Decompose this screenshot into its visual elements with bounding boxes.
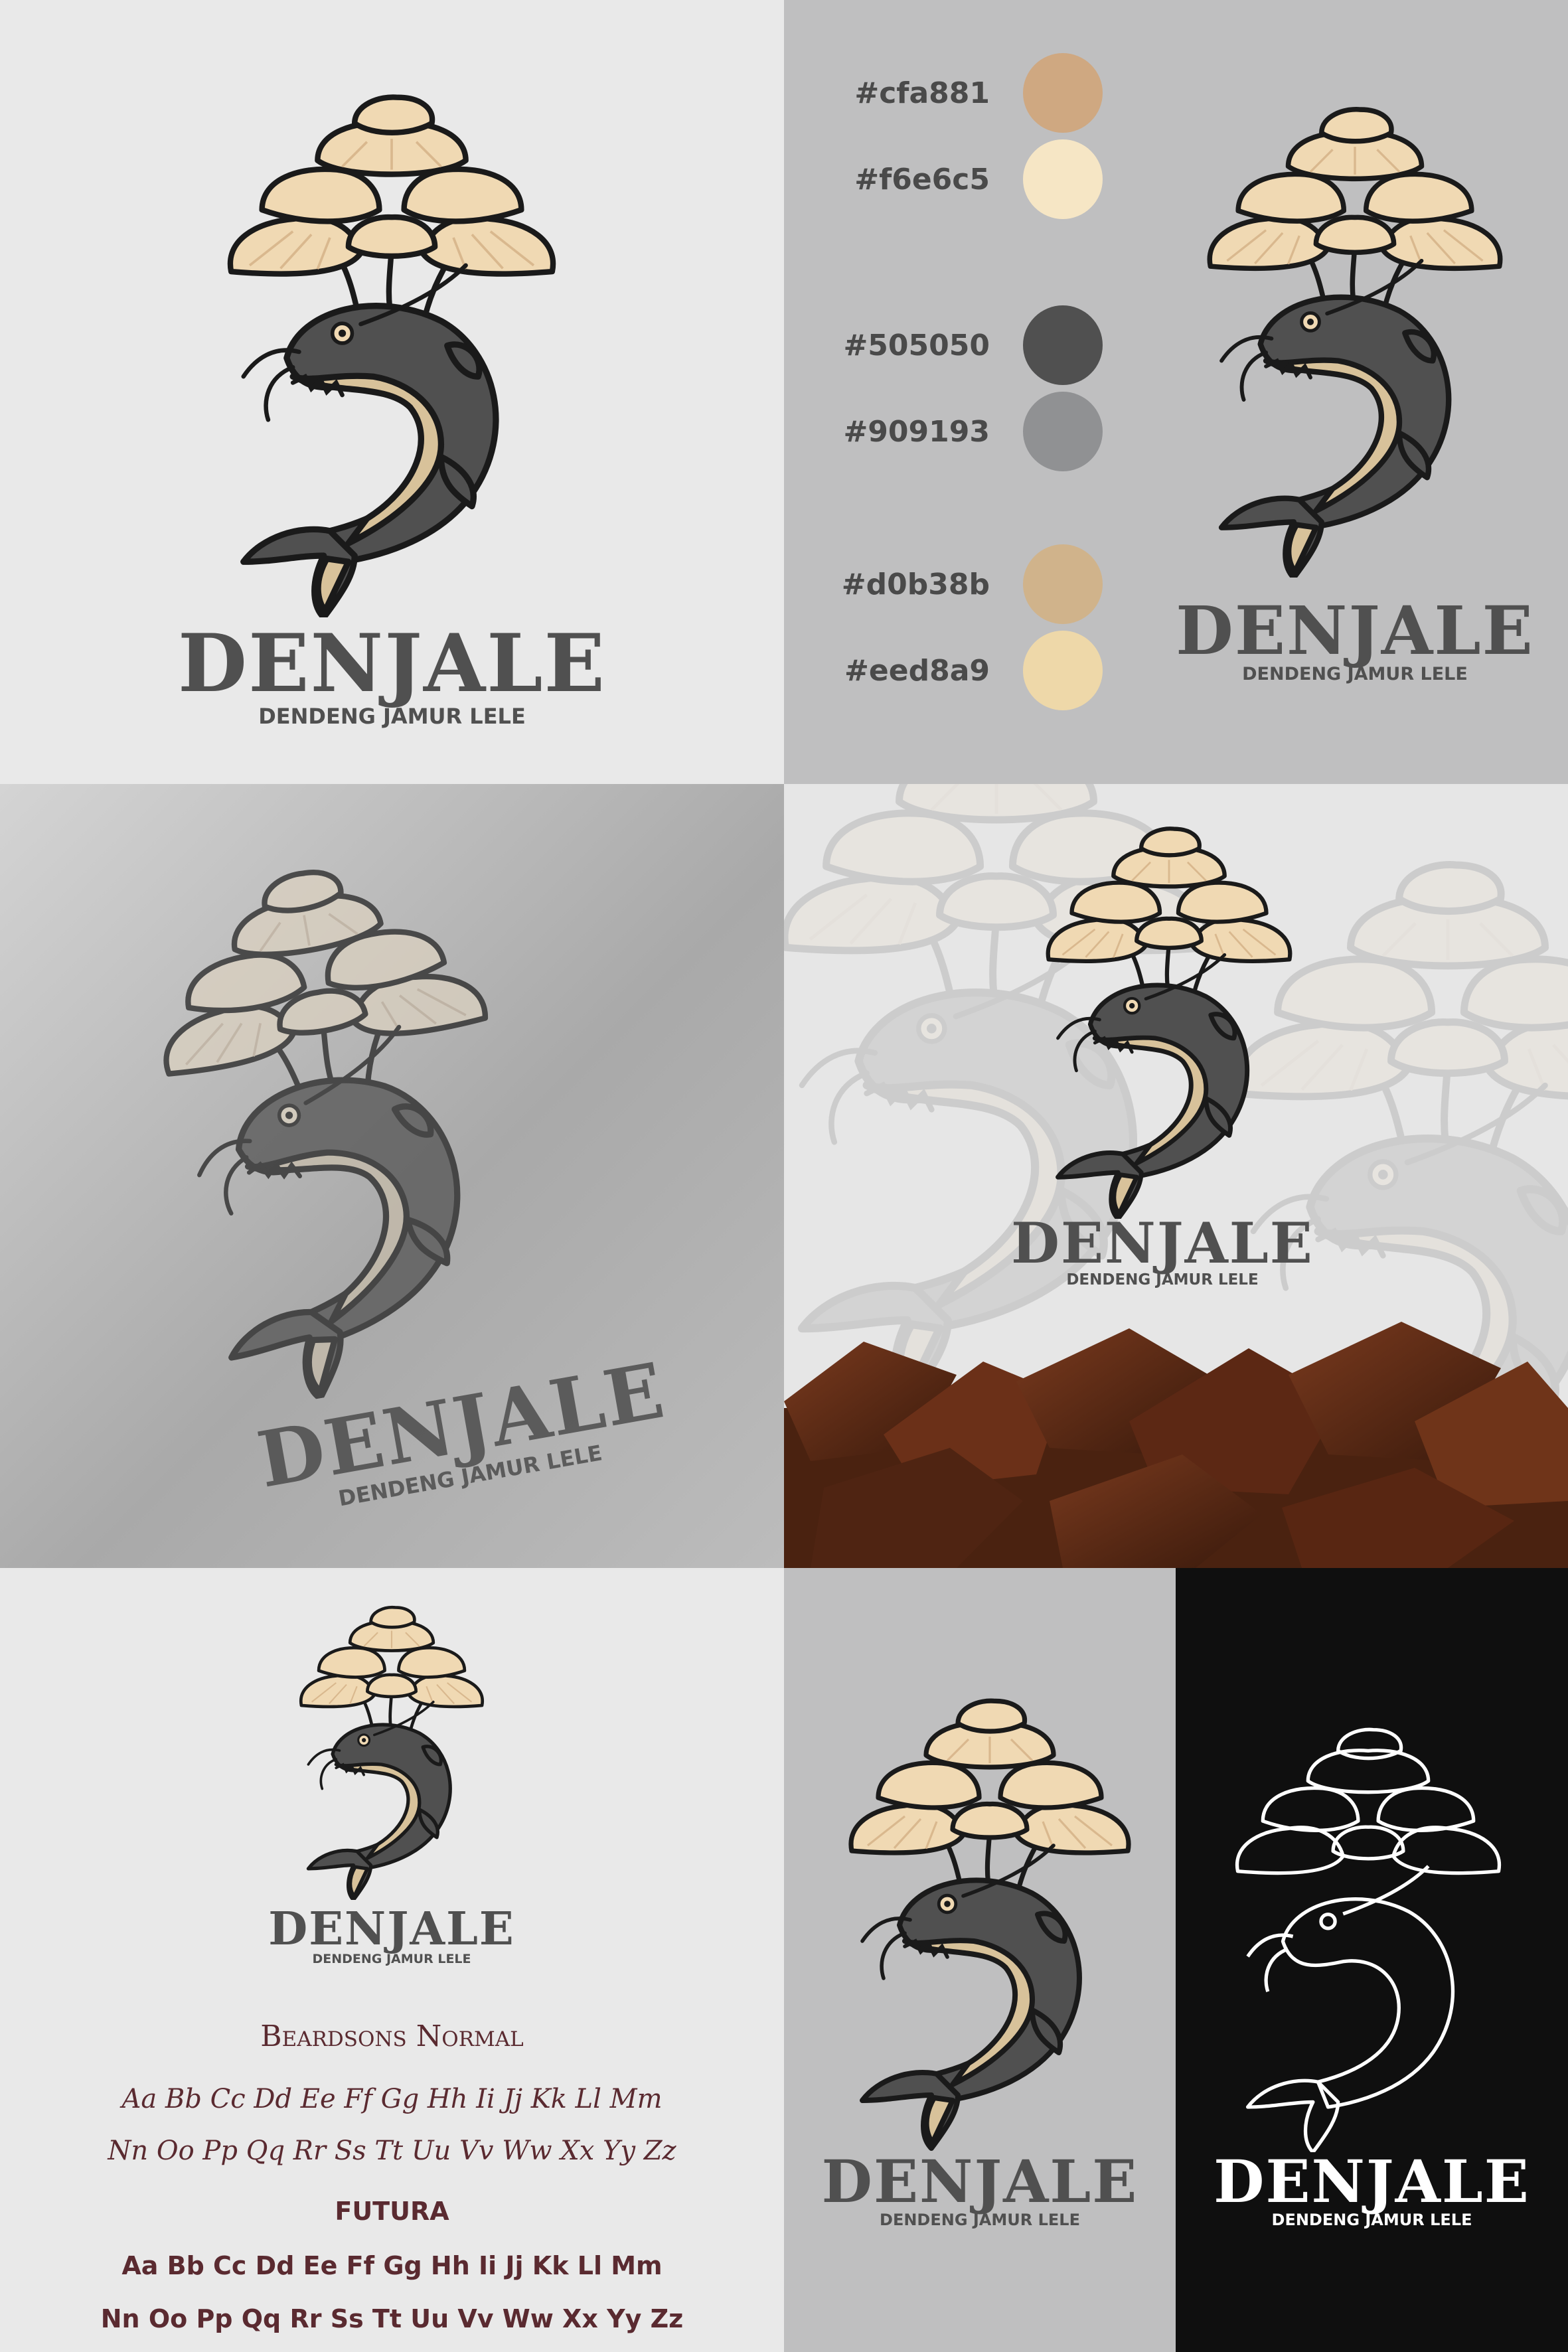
font-a-alphabet-line: Nn Oo Pp Qq Rr Ss Tt Uu Vv Ww Xx Yy Zz bbox=[108, 2136, 676, 2166]
swatch-dot bbox=[1023, 544, 1103, 624]
font-a-alphabet-line: Aa Bb Cc Dd Ee Ff Gg Hh Ii Jj Kk Ll Mm bbox=[121, 2084, 663, 2114]
swatch-hex: #eed8a9 bbox=[844, 653, 990, 688]
swatch-row: #505050 bbox=[817, 305, 1103, 385]
brand-name: DENJALE bbox=[1214, 2147, 1530, 2216]
brand-name: DENJALE bbox=[268, 1903, 515, 1956]
brand-name: DENJALE bbox=[821, 2147, 1138, 2216]
brand-lockup: DENJALE DENDENG JAMUR LELE bbox=[1176, 2152, 1568, 2230]
swatch-row: #909193 bbox=[817, 392, 1103, 471]
catfish-mushroom-mascot-icon bbox=[275, 1601, 508, 1900]
swatch-dot bbox=[1023, 305, 1103, 385]
font-b-name: FUTURA bbox=[335, 2197, 449, 2226]
catfish-mushroom-mascot-icon bbox=[183, 86, 601, 617]
brand-lockup: DENJALE DENDENG JAMUR LELE bbox=[0, 617, 784, 730]
brand-tagline: DENDENG JAMUR LELE bbox=[258, 704, 526, 729]
catfish-mushroom-mascot-icon bbox=[830, 1687, 1149, 2152]
swatch-row: #eed8a9 bbox=[817, 631, 1103, 710]
swatch-hex: #cfa881 bbox=[854, 76, 990, 110]
jerky-photo bbox=[784, 1322, 1568, 1568]
panel-color-palette: #cfa881 #f6e6c5 #505050 #909193 #d0b38b … bbox=[784, 0, 1568, 784]
brand-tagline: DENDENG JAMUR LELE bbox=[1066, 1271, 1259, 1289]
catfish-mushroom-mascot-icon bbox=[1016, 821, 1322, 1219]
brand-lockup: DENJALE DENDENG JAMUR LELE bbox=[1156, 597, 1554, 685]
swatch-dot bbox=[1023, 53, 1103, 133]
panel-typography: DENJALE DENDENG JAMUR LELE Beardsons Nor… bbox=[0, 1568, 784, 2352]
swatch-hex: #d0b38b bbox=[841, 567, 990, 601]
brand-lockup: DENJALE DENDENG JAMUR LELE bbox=[784, 2152, 1176, 2230]
panel-primary-logo: DENJALE DENDENG JAMUR LELE bbox=[0, 0, 784, 784]
catfish-mushroom-mascot-outline-icon bbox=[1202, 1721, 1534, 2152]
swatch-dot bbox=[1023, 139, 1103, 219]
catfish-mushroom-mascot-icon bbox=[92, 828, 589, 1423]
font-b-alphabet-line: Aa Bb Cc Dd Ee Ff Gg Hh Ii Jj Kk Ll Mm bbox=[121, 2251, 663, 2280]
swatch-hex: #505050 bbox=[843, 328, 990, 362]
brand-name: DENJALE bbox=[1011, 1210, 1314, 1276]
panel-logo-on-black: DENJALE DENDENG JAMUR LELE bbox=[1176, 1568, 1568, 2352]
font-specimen: Beardsons Normal Aa Bb Cc Dd Ee Ff Gg Hh… bbox=[0, 2019, 784, 2345]
emboss-logo: DENJALE DENDENG JAMUR LELE bbox=[79, 809, 717, 1555]
brand-name: DENJALE bbox=[178, 617, 606, 710]
swatch-row: #cfa881 bbox=[817, 53, 1103, 133]
font-b-alphabet-line: Nn Oo Pp Qq Rr Ss Tt Uu Vv Ww Xx Yy Zz bbox=[100, 2304, 684, 2333]
font-a-name: Beardsons Normal bbox=[260, 2019, 524, 2053]
swatch-dot bbox=[1023, 392, 1103, 471]
swatch-dot bbox=[1023, 631, 1103, 710]
swatch-hex: #909193 bbox=[843, 414, 990, 449]
panel-emboss-mockup: DENJALE DENDENG JAMUR LELE bbox=[0, 784, 784, 1568]
panel-logo-on-grey: DENJALE DENDENG JAMUR LELE bbox=[784, 1568, 1176, 2352]
brand-lockup: DENJALE DENDENG JAMUR LELE bbox=[937, 1215, 1388, 1290]
swatch-row: #f6e6c5 bbox=[817, 139, 1103, 219]
brand-name: DENJALE bbox=[1176, 591, 1534, 670]
brand-tagline: DENDENG JAMUR LELE bbox=[312, 1952, 471, 1966]
panel-product-mockup: DENJALE DENDENG JAMUR LELE bbox=[784, 784, 1568, 1568]
swatch-hex: #f6e6c5 bbox=[854, 162, 990, 196]
brand-lockup: DENJALE DENDENG JAMUR LELE bbox=[193, 1907, 591, 1967]
catfish-mushroom-mascot-icon bbox=[1169, 100, 1541, 578]
swatch-row: #d0b38b bbox=[817, 544, 1103, 624]
